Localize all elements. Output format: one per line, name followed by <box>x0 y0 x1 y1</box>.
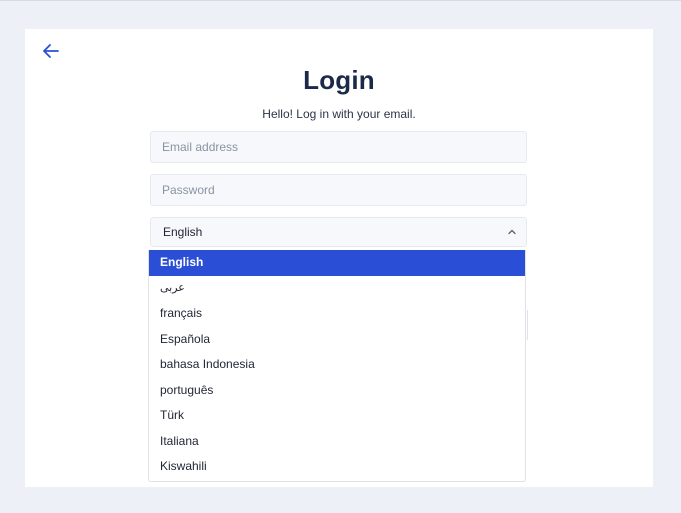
back-button[interactable] <box>39 39 63 63</box>
page-subtitle: Hello! Log in with your email. <box>262 107 416 121</box>
language-select[interactable]: English <box>150 217 527 247</box>
language-option-italian[interactable]: Italiana <box>149 429 525 455</box>
language-option-swahili[interactable]: Kiswahili <box>149 454 525 480</box>
language-option-turkish[interactable]: Türk <box>149 403 525 429</box>
top-divider <box>0 0 681 1</box>
language-option-french[interactable]: français <box>149 301 525 327</box>
language-dropdown-list: English عربى français Española bahasa In… <box>148 250 526 482</box>
language-option-arabic[interactable]: عربى <box>149 276 525 302</box>
email-input[interactable] <box>150 131 527 163</box>
arrow-left-icon <box>43 44 59 58</box>
chevron-up-icon <box>508 229 516 235</box>
language-option-portuguese[interactable]: português <box>149 378 525 404</box>
language-option-indonesian[interactable]: bahasa Indonesia <box>149 352 525 378</box>
page-title: Login <box>303 65 375 95</box>
language-option-spanish[interactable]: Española <box>149 327 525 353</box>
language-select-value: English <box>163 225 203 239</box>
language-option-english[interactable]: English <box>149 250 525 276</box>
password-input[interactable] <box>150 174 527 206</box>
